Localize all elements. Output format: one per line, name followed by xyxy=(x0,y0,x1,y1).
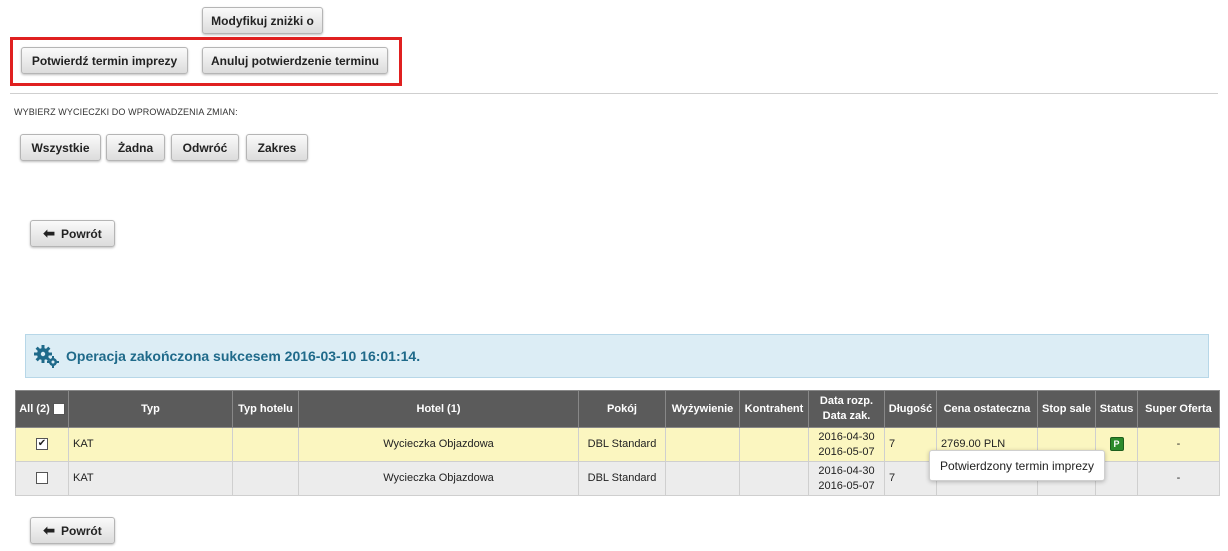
cell-room: DBL Standard xyxy=(578,461,666,496)
select-all-button[interactable]: Wszystkie xyxy=(20,134,101,161)
header-final-price[interactable]: Cena ostateczna xyxy=(936,390,1038,428)
modify-discounts-button[interactable]: Modyfikuj zniżki o xyxy=(202,7,323,34)
table-header-row: All (2) Typ Typ hotelu Hotel (1) Pokój W… xyxy=(15,390,1220,428)
cell-dates: 2016-04-30 2016-05-07 xyxy=(808,427,885,462)
cell-type: KAT xyxy=(68,461,233,496)
cell-board xyxy=(665,461,740,496)
cell-contractor xyxy=(739,461,809,496)
cell-date-start: 2016-04-30 xyxy=(818,430,875,443)
cell-dates: 2016-04-30 2016-05-07 xyxy=(808,461,885,496)
header-date-start: Data rozp. xyxy=(819,395,874,407)
cell-date-end: 2016-05-07 xyxy=(818,479,875,492)
cell-hotel-type xyxy=(232,427,299,462)
success-message: Operacja zakończona sukcesem 2016-03-10 … xyxy=(66,348,421,364)
selection-label: WYBIERZ WYCIECZKI DO WPROWADZENIA ZMIAN: xyxy=(14,107,238,117)
back-button-bottom[interactable]: ⬅ Powrót xyxy=(30,517,115,544)
status-tooltip: Potwierdzony termin imprezy xyxy=(929,450,1105,481)
header-hotel-type[interactable]: Typ hotelu xyxy=(232,390,299,428)
range-button[interactable]: Zakres xyxy=(246,134,308,161)
header-stop-sale[interactable]: Stop sale xyxy=(1037,390,1096,428)
header-hotel[interactable]: Hotel (1) xyxy=(298,390,579,428)
cell-super-offer: - xyxy=(1137,427,1220,462)
header-room[interactable]: Pokój xyxy=(578,390,666,428)
cell-room: DBL Standard xyxy=(578,427,666,462)
header-board[interactable]: Wyżywienie xyxy=(665,390,740,428)
back-label: Powrót xyxy=(61,226,102,241)
row-checkbox-cell[interactable]: ✔ xyxy=(15,427,69,462)
cell-hotel: Wycieczka Objazdowa xyxy=(298,461,579,496)
header-all-label: All (2) xyxy=(19,402,50,415)
header-length[interactable]: Długość xyxy=(884,390,937,428)
cell-date-end: 2016-05-07 xyxy=(818,445,875,458)
cell-hotel-type xyxy=(232,461,299,496)
header-contractor[interactable]: Kontrahent xyxy=(739,390,809,428)
confirm-term-button[interactable]: Potwierdź termin imprezy xyxy=(21,47,188,74)
row-checkbox-cell[interactable] xyxy=(15,461,69,496)
cell-board xyxy=(665,427,740,462)
row-checkbox-unchecked[interactable] xyxy=(36,472,48,485)
header-status[interactable]: Status xyxy=(1095,390,1138,428)
header-super-offer[interactable]: Super Oferta xyxy=(1137,390,1220,428)
cell-contractor xyxy=(739,427,809,462)
cell-type: KAT xyxy=(68,427,233,462)
gears-icon xyxy=(34,343,60,369)
select-none-button[interactable]: Żadna xyxy=(106,134,165,161)
success-banner: Operacja zakończona sukcesem 2016-03-10 … xyxy=(25,334,1209,378)
back-button-top[interactable]: ⬅ Powrót xyxy=(30,220,115,247)
header-type[interactable]: Typ xyxy=(68,390,233,428)
header-date-end: Data zak. xyxy=(822,410,871,422)
cell-hotel: Wycieczka Objazdowa xyxy=(298,427,579,462)
cancel-confirmation-button[interactable]: Anuluj potwierdzenie terminu xyxy=(202,47,388,74)
status-badge[interactable]: P xyxy=(1109,437,1124,451)
back-arrow-icon: ⬅ xyxy=(43,522,56,538)
divider xyxy=(10,93,1218,94)
header-dates[interactable]: Data rozp. Data zak. xyxy=(808,390,885,428)
row-checkbox-checked[interactable]: ✔ xyxy=(36,438,48,451)
header-all[interactable]: All (2) xyxy=(15,390,69,428)
cell-super-offer: - xyxy=(1137,461,1220,496)
invert-selection-button[interactable]: Odwróć xyxy=(171,134,239,161)
cell-date-start: 2016-04-30 xyxy=(818,464,875,477)
back-label: Powrót xyxy=(61,523,102,538)
select-all-checkbox[interactable] xyxy=(52,402,65,415)
back-arrow-icon: ⬅ xyxy=(43,225,56,241)
